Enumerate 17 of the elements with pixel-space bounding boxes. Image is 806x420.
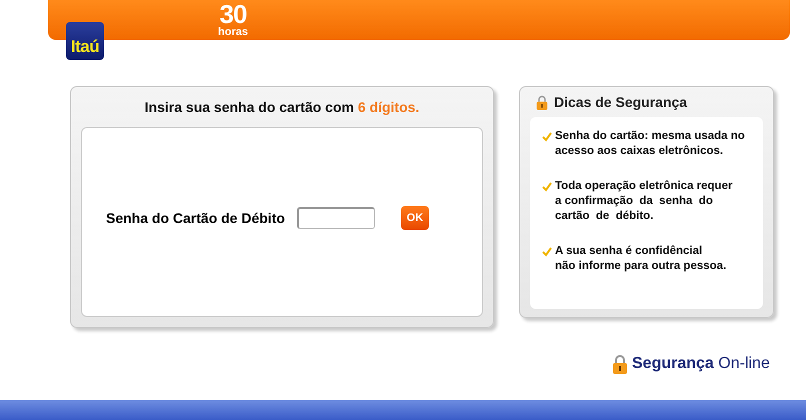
tip-text: Toda operação eletrônica requer a confirmação da senha do cartão de débito. xyxy=(555,179,732,224)
lock-icon xyxy=(536,94,548,110)
footer-brand: Segurança On-line xyxy=(632,355,770,373)
lock-icon xyxy=(612,354,628,374)
check-icon xyxy=(542,132,552,142)
panel-title: Insira sua senha do cartão com 6 dígitos. xyxy=(144,98,420,117)
bank-logo: Itaú xyxy=(66,22,104,60)
badge-number: 30 xyxy=(220,2,246,26)
badge-unit: horas xyxy=(218,26,248,38)
check-icon xyxy=(542,247,552,257)
ok-button[interactable]: OK xyxy=(400,206,429,230)
password-field[interactable] xyxy=(296,207,375,229)
check-icon xyxy=(542,182,552,192)
tip-text: Senha do cartão: mesma usada no acesso aos caixas eletrônicos. xyxy=(555,129,745,159)
tips-title: Dicas de Segurança xyxy=(554,94,688,110)
field-label: Senha do Cartão de Débito xyxy=(106,210,285,226)
tip-text: A sua senha é confidêncial não informe para outra pessoa. xyxy=(555,244,726,274)
